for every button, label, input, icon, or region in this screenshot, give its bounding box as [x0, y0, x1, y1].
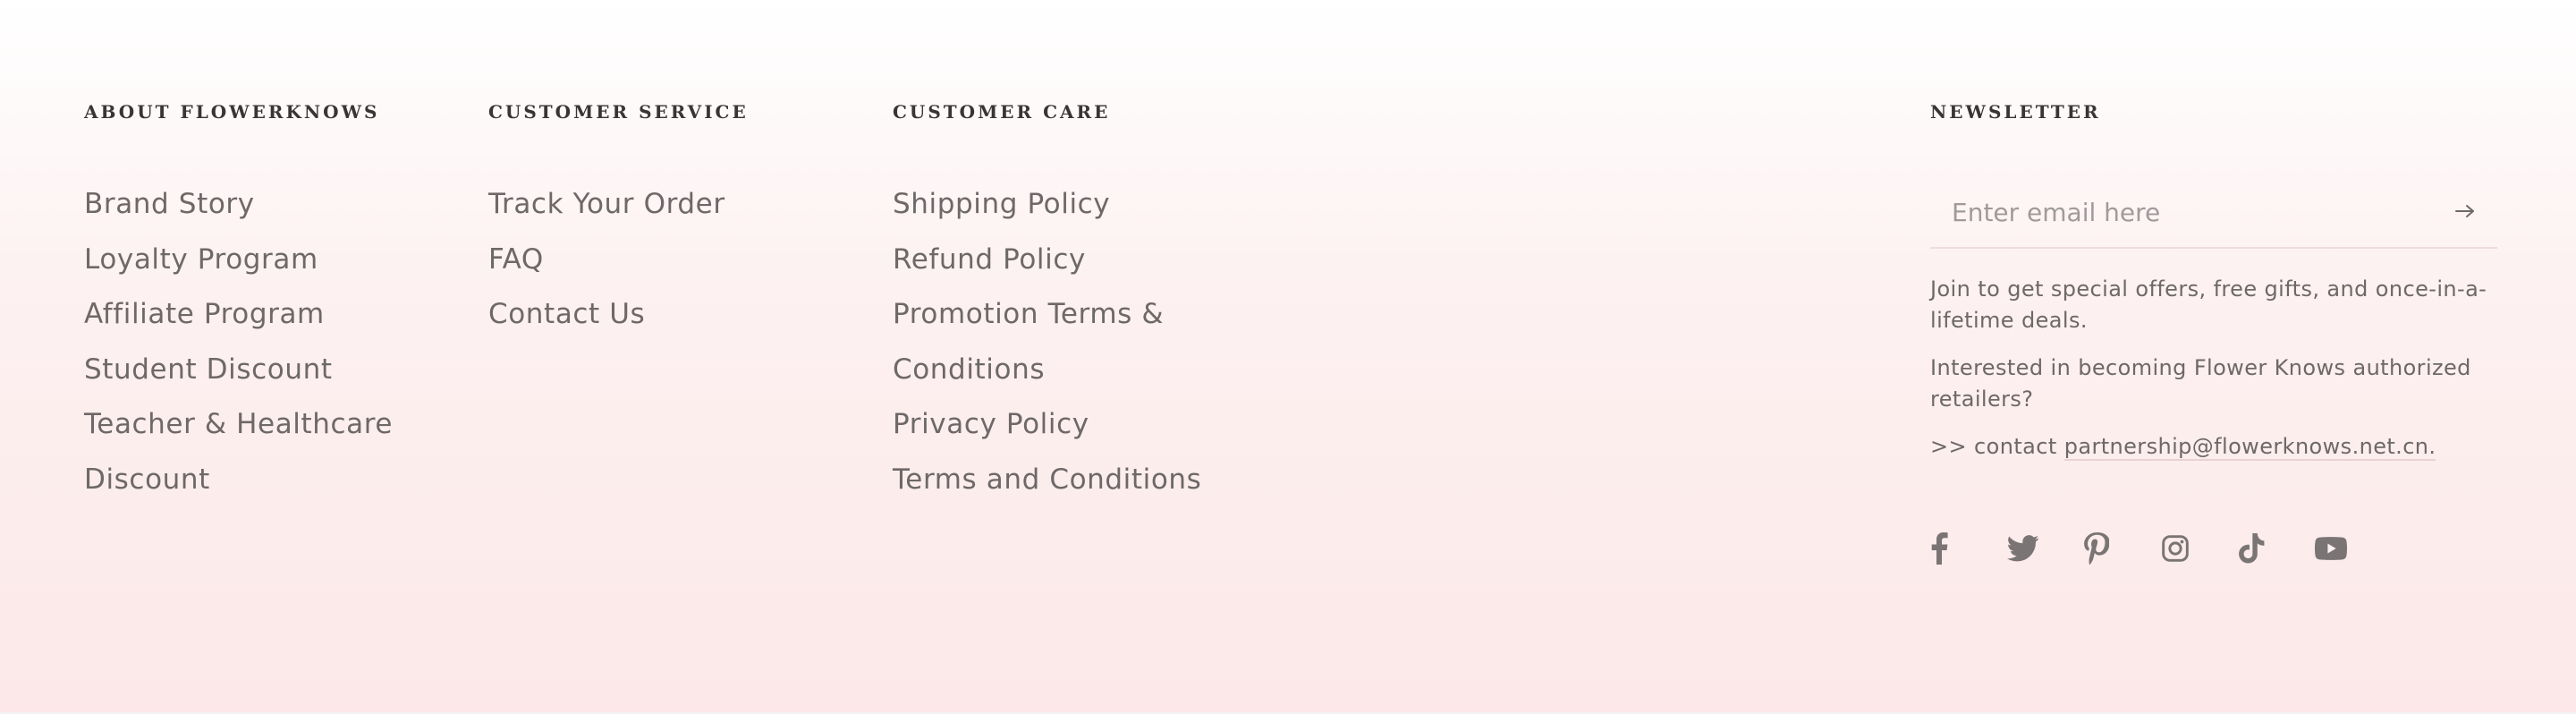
newsletter-contact-prefix: >> contact [1930, 434, 2064, 459]
service-link-contact-us[interactable]: Contact Us [488, 287, 725, 343]
about-link-brand-story[interactable]: Brand Story [84, 177, 393, 233]
about-link-teacher-healthcare[interactable]: Teacher & Healthcare [84, 397, 393, 453]
about-link-teacher-healthcare-discount[interactable]: Discount [84, 453, 393, 508]
tiktok-icon [2238, 533, 2265, 564]
service-links: Track Your Order FAQ Contact Us [488, 177, 725, 343]
pinterest-icon [2084, 532, 2109, 565]
newsletter-retailer-text: Interested in becoming Flower Knows auth… [1930, 355, 2471, 412]
service-link-faq[interactable]: FAQ [488, 233, 725, 288]
youtube-icon [2315, 537, 2347, 560]
facebook-icon [1930, 532, 1948, 565]
youtube-link[interactable] [2315, 526, 2392, 571]
site-footer: ABOUT FLOWERKNOWS Brand Story Loyalty Pr… [0, 0, 2576, 712]
about-link-affiliate-program[interactable]: Affiliate Program [84, 287, 393, 343]
care-link-privacy-policy[interactable]: Privacy Policy [893, 397, 1201, 453]
care-link-promotion-terms[interactable]: Promotion Terms & [893, 287, 1201, 343]
care-links: Shipping Policy Refund Policy Promotion … [893, 177, 1201, 507]
care-link-shipping-policy[interactable]: Shipping Policy [893, 177, 1201, 233]
arrow-right-icon [2455, 204, 2475, 221]
instagram-icon [2161, 534, 2190, 563]
newsletter-form [1930, 177, 2497, 249]
twitter-link[interactable] [2007, 526, 2084, 571]
facebook-link[interactable] [1930, 526, 2007, 571]
tiktok-link[interactable] [2238, 526, 2315, 571]
social-links [1930, 526, 2392, 571]
care-link-promotion-terms-conditions[interactable]: Conditions [893, 343, 1201, 398]
care-link-terms-conditions[interactable]: Terms and Conditions [893, 453, 1201, 508]
care-link-refund-policy[interactable]: Refund Policy [893, 233, 1201, 288]
care-heading: CUSTOMER CARE [893, 101, 1111, 123]
service-link-track-order[interactable]: Track Your Order [488, 177, 725, 233]
about-link-loyalty-program[interactable]: Loyalty Program [84, 233, 393, 288]
instagram-link[interactable] [2161, 526, 2238, 571]
newsletter-offer-text: Join to get special offers, free gifts, … [1930, 276, 2487, 333]
pinterest-link[interactable] [2084, 526, 2161, 571]
twitter-icon [2007, 535, 2039, 562]
about-heading: ABOUT FLOWERKNOWS [84, 101, 380, 123]
newsletter-heading: NEWSLETTER [1930, 101, 2101, 123]
about-link-student-discount[interactable]: Student Discount [84, 343, 393, 398]
newsletter-email-input[interactable] [1930, 177, 2438, 247]
newsletter-submit-button[interactable] [2438, 185, 2492, 239]
newsletter-contact-email-link[interactable]: partnership@flowerknows.net.cn. [2063, 434, 2436, 461]
about-links: Brand Story Loyalty Program Affiliate Pr… [84, 177, 393, 507]
newsletter-contact: >> contact partnership@flowerknows.net.c… [1930, 431, 2436, 463]
service-heading: CUSTOMER SERVICE [488, 101, 749, 123]
